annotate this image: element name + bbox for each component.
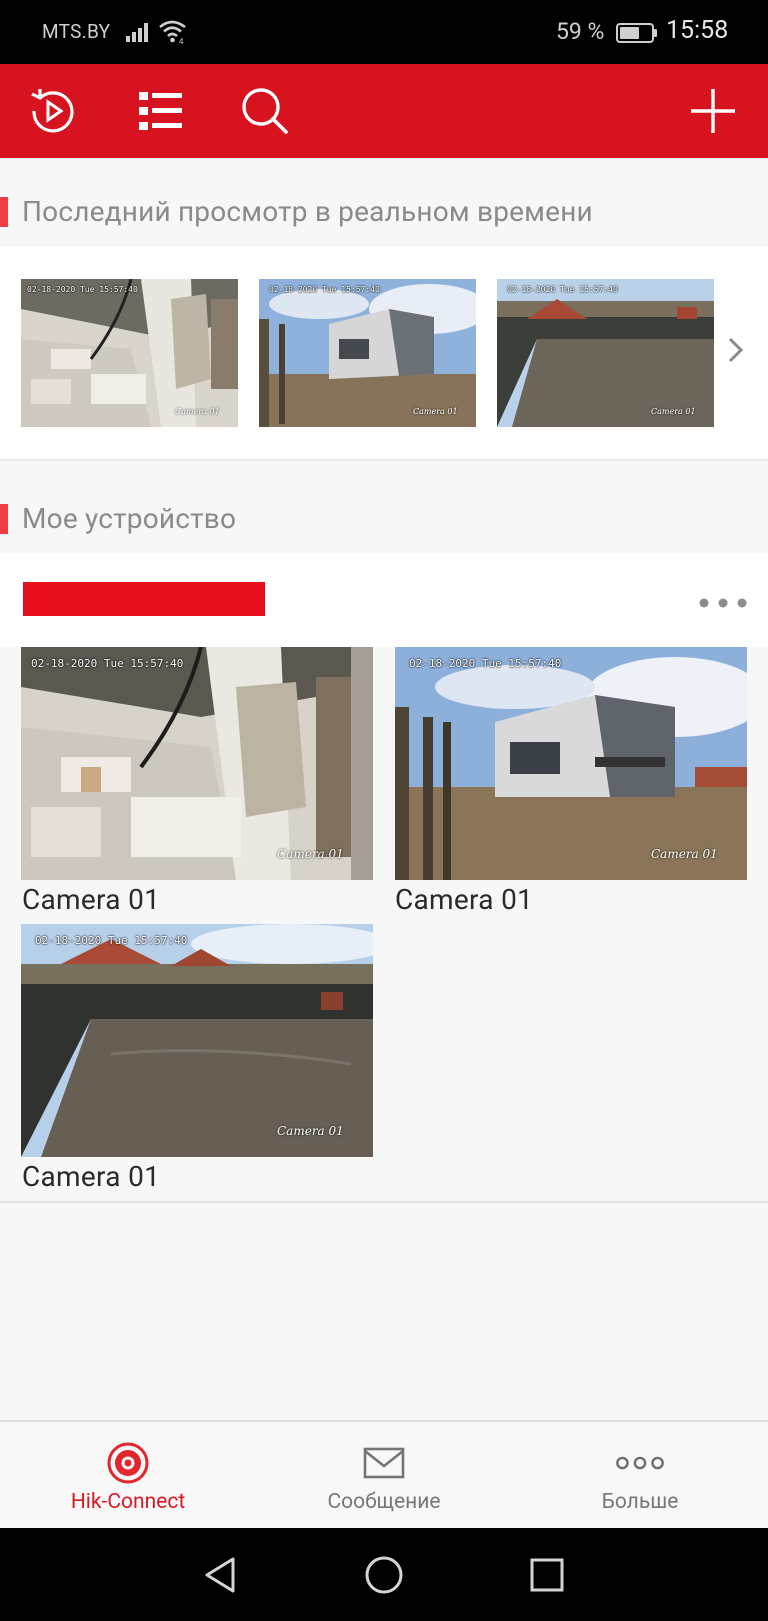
search-icon (242, 88, 288, 134)
my-device-section-header: Мое устройство (0, 472, 768, 554)
home-button[interactable] (361, 1552, 407, 1598)
camera-label: Camera 01 (22, 1160, 161, 1193)
tab-label: Больше (601, 1490, 679, 1514)
device-header-row[interactable] (0, 553, 768, 647)
recents-button[interactable] (524, 1552, 570, 1598)
camera-label: Camera 01 (22, 883, 161, 916)
section-title: Последний просмотр в реальном времени (22, 195, 593, 228)
carrier-label: MTS.BY (42, 20, 111, 43)
camera-overlay-name: Camera 01 (413, 407, 458, 416)
recent-thumbnail[interactable]: 02-18-2020 Tue 15:57:40 Camera 01 (21, 279, 238, 427)
camera-snapshot-image (259, 279, 476, 427)
recent-thumbnail[interactable]: 02-18-2020 Tue 15:57:40 Camera 01 (259, 279, 476, 427)
tab-messages[interactable]: Сообщение (256, 1422, 512, 1530)
battery-icon (616, 23, 657, 43)
chevron-right-icon[interactable] (726, 335, 746, 365)
add-icon (691, 89, 735, 133)
bottom-tab-bar: Hik-Connect Сообщение Больше (0, 1420, 768, 1528)
more-dots-icon (615, 1440, 665, 1486)
system-navigation-bar (0, 1528, 768, 1621)
list-icon (139, 92, 182, 130)
camera-timestamp: 02-18-2020 Tue 15:57:40 (269, 285, 380, 294)
recent-thumbnail[interactable]: 02-18-2020 Tue 15:57:40 Camera 01 (497, 279, 714, 427)
playback-icon (31, 89, 74, 133)
signal-icon (126, 23, 148, 42)
home-circle-icon (365, 1556, 403, 1594)
camera-tile[interactable]: 02-18-2020 Tue 15:57:40 Camera 01 (21, 647, 373, 880)
camera-timestamp: 02-18-2020 Tue 15:57:40 (35, 934, 188, 947)
back-triangle-icon (205, 1557, 235, 1593)
section-marker (0, 504, 8, 534)
camera-overlay-name: Camera 01 (277, 847, 344, 861)
tab-label: Сообщение (327, 1490, 441, 1514)
camera-timestamp: 02-18-2020 Tue 15:57:40 (27, 285, 138, 294)
camera-overlay-name: Camera 01 (277, 1124, 344, 1138)
camera-snapshot-image (497, 279, 714, 427)
camera-tile[interactable]: 02-18-2020 Tue 15:57:40 Camera 01 (395, 647, 747, 880)
camera-timestamp: 02-18-2020 Tue 15:57:40 (507, 285, 618, 294)
envelope-icon (359, 1440, 409, 1486)
wifi-icon: 4 (159, 20, 186, 44)
add-device-button[interactable] (684, 82, 742, 140)
camera-overlay-name: Camera 01 (175, 407, 220, 416)
search-button[interactable] (236, 82, 294, 140)
camera-tile[interactable]: 02-18-2020 Tue 15:57:40 Camera 01 (21, 924, 373, 1157)
section-marker (0, 197, 8, 227)
camera-snapshot-image (21, 924, 373, 1157)
top-toolbar (0, 64, 768, 158)
camera-label: Camera 01 (395, 883, 534, 916)
recents-square-icon (530, 1558, 564, 1592)
more-options-icon[interactable] (698, 597, 748, 609)
camera-snapshot-image (21, 279, 238, 427)
status-bar: MTS.BY 4 59 % 15:58 (0, 0, 768, 64)
camera-timestamp: 02-18-2020 Tue 15:57:40 (409, 657, 562, 670)
hik-connect-icon (103, 1440, 153, 1486)
section-title: Мое устройство (22, 502, 237, 535)
tab-label: Hik-Connect (70, 1490, 186, 1514)
svg-text:4: 4 (179, 37, 184, 44)
camera-timestamp: 02-18-2020 Tue 15:57:40 (31, 657, 184, 670)
tab-more[interactable]: Больше (512, 1422, 768, 1530)
camera-snapshot-image (21, 647, 373, 880)
recent-section-header: Последний просмотр в реальном времени (0, 165, 768, 247)
camera-overlay-name: Camera 01 (651, 847, 718, 861)
recent-live-view-panel: 02-18-2020 Tue 15:57:40 Camera 01 02-18-… (0, 247, 768, 461)
battery-percent: 59 % (556, 18, 605, 45)
camera-snapshot-image (395, 647, 747, 880)
clock: 15:58 (666, 16, 729, 45)
tab-hik-connect[interactable]: Hik-Connect (0, 1422, 256, 1530)
device-name-redacted (23, 582, 265, 616)
device-list-button[interactable] (132, 82, 190, 140)
playback-button[interactable] (24, 82, 82, 140)
camera-overlay-name: Camera 01 (651, 407, 696, 416)
camera-grid: 02-18-2020 Tue 15:57:40 Camera 01 Camera… (0, 647, 768, 1203)
back-button[interactable] (197, 1552, 243, 1598)
